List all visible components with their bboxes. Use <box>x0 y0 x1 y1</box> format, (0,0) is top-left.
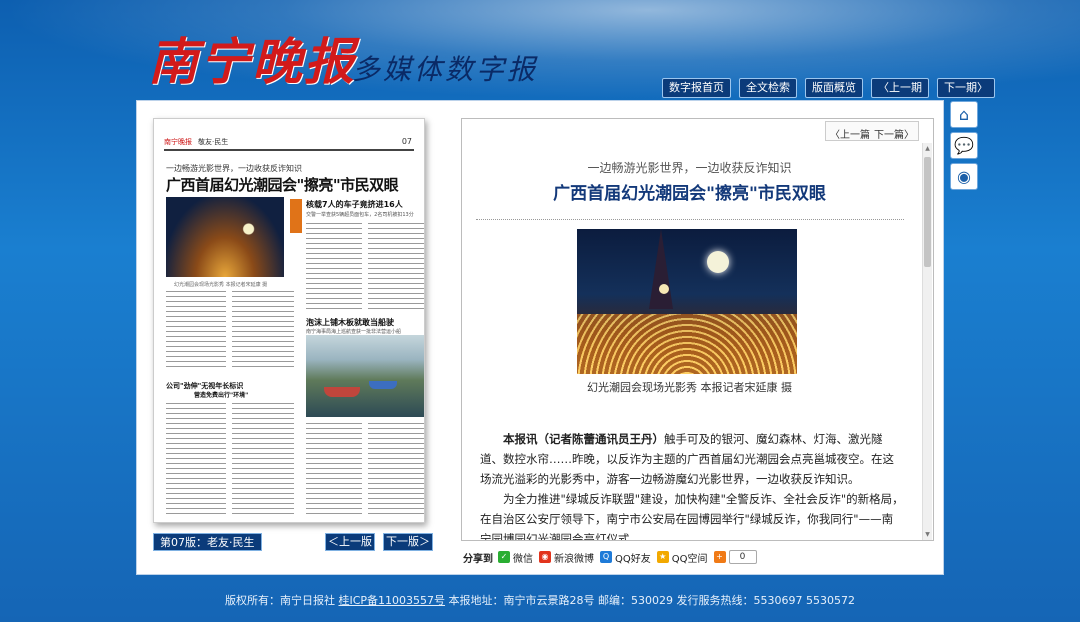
qq-icon[interactable]: Q <box>600 551 612 563</box>
top-nav: 数字报首页 全文检索 版面概览 〈上一期 下一期〉 <box>662 78 995 98</box>
scroll-up-icon[interactable]: ▲ <box>924 145 931 153</box>
article-photo[interactable] <box>577 229 797 374</box>
preview-boat <box>369 381 397 389</box>
nav-home-button[interactable]: 数字报首页 <box>662 78 731 98</box>
share-weibo[interactable]: 新浪微博 <box>554 550 594 565</box>
page-label[interactable]: 第07版：老友·民生 <box>153 533 262 551</box>
main-panel: 南宁晚报 敬友·民生 07 一边畅游光影世界，一边收获反诈知识 广西首届幻光潮园… <box>136 100 944 575</box>
preview-page-number: 07 <box>401 137 412 146</box>
preview-sub2-detail: 南宁海事局海上巡航查获一批非法营运小船 <box>306 329 402 335</box>
article-body: 本报讯（记者陈蕾通讯员王丹）触手可及的银河、魔幻森林、灯海、激光隧道、数控水帘…… <box>480 429 904 541</box>
scroll-down-icon[interactable]: ▼ <box>924 531 931 539</box>
preview-logo: 南宁晚报 <box>164 138 192 146</box>
site-header: 南宁晚报 多媒体数字报 数字报首页 全文检索 版面概览 〈上一期 下一期〉 <box>0 0 1080 100</box>
article-lead: 本报讯（记者陈蕾通讯员王丹） <box>503 432 664 446</box>
preview-kicker: 一边畅游光影世界，一边收获反诈知识 <box>166 164 302 173</box>
page-preview[interactable]: 南宁晚报 敬友·民生 07 一边畅游光影世界，一边收获反诈知识 广西首届幻光潮园… <box>153 118 425 523</box>
footer-icp-link[interactable]: 桂ICP备11003557号 <box>338 594 445 607</box>
footer-hotline: 发行服务热线：5530697 5530572 <box>676 594 856 607</box>
preview-photo-boats[interactable] <box>306 335 424 417</box>
weibo-share-icon[interactable]: ◉ <box>539 551 551 563</box>
prev-article-link[interactable]: 〈上一篇 <box>830 126 870 141</box>
preview-text-column <box>306 423 362 515</box>
preview-text-column <box>306 223 362 311</box>
more-share-icon[interactable]: + <box>713 551 726 563</box>
preview-text-column <box>166 291 226 371</box>
preview-sub3b: 营造免费出行"环境" <box>194 392 249 399</box>
share-wechat[interactable]: 微信 <box>513 550 533 565</box>
share-bar: 分享到 ✓ 微信 ◉ 新浪微博 Q QQ好友 ★ QQ空间 + 0 <box>463 549 757 565</box>
footer-postcode: 邮编：530029 <box>598 594 674 607</box>
article-nav: 〈上一篇 下一篇〉 <box>825 121 919 141</box>
preview-text-column <box>232 403 294 515</box>
article-paragraph: 本报讯（记者陈蕾通讯员王丹）触手可及的银河、魔幻森林、灯海、激光隧道、数控水帘…… <box>480 429 904 489</box>
site-logo[interactable]: 南宁晚报 <box>148 22 356 94</box>
photo-lights <box>577 314 797 374</box>
preview-photo-caption: 幻光潮园会现场光影秀 本报记者宋延康 摄 <box>174 282 268 288</box>
article-title: 广西首届幻光潮园会"擦亮"市民双眼 <box>553 184 826 204</box>
preview-sub1[interactable]: 核载7人的车子竟挤进16人 <box>306 199 403 210</box>
weibo-icon[interactable]: ◉ <box>950 163 978 190</box>
nav-next-issue-button[interactable]: 下一期〉 <box>937 78 995 98</box>
article-paragraph: 为全力推进"绿城反诈联盟"建设，加快构建"全警反诈、全社会反诈"的新格局，在自治… <box>480 492 904 541</box>
preview-sub2[interactable]: 泡沫上铺木板就敢当船驶 <box>306 317 394 328</box>
preview-section: 敬友·民生 <box>198 138 229 146</box>
article-divider <box>476 219 904 220</box>
comment-icon[interactable]: 💬 <box>950 132 978 159</box>
photo-tower <box>649 229 673 309</box>
article-pane: 〈上一篇 下一篇〉 一边畅游光影世界，一边收获反诈知识 广西首届幻光潮园会"擦亮… <box>461 118 934 541</box>
footer-address: 本报地址：南宁市云景路28号 <box>448 594 595 607</box>
photo-lantern <box>659 284 669 294</box>
next-article-link[interactable]: 下一篇〉 <box>874 126 914 141</box>
photo-lantern <box>707 251 729 273</box>
preview-boat <box>324 387 360 397</box>
preview-text-column <box>368 423 424 515</box>
page-controls: 第07版：老友·民生 ＜上一版 下一版＞ <box>153 533 433 553</box>
preview-photo-lights[interactable] <box>166 197 284 277</box>
preview-text-column <box>368 223 424 311</box>
share-count: 0 <box>728 550 757 564</box>
article-scrollbar[interactable]: ▲ ▼ <box>922 143 932 540</box>
scroll-thumb[interactable] <box>924 157 931 267</box>
next-page-button[interactable]: 下一版＞ <box>383 533 433 551</box>
preview-masthead: 南宁晚报 敬友·民生 07 <box>164 129 414 151</box>
prev-page-button[interactable]: ＜上一版 <box>325 533 375 551</box>
share-label: 分享到 <box>463 553 493 565</box>
preview-sub1-detail: 交警一举查获5辆超员面包车，2名司机被扣13分 <box>306 212 414 218</box>
article-photo-caption: 幻光潮园会现场光影秀 本报记者宋延康 摄 <box>587 381 792 394</box>
footer-copyright: 版权所有：南宁日报社 <box>224 594 335 607</box>
share-qzone[interactable]: QQ空间 <box>672 550 708 565</box>
site-subtitle: 多媒体数字报 <box>352 53 539 86</box>
qzone-icon[interactable]: ★ <box>656 551 669 563</box>
preview-text-column <box>232 291 294 371</box>
nav-search-button[interactable]: 全文检索 <box>739 78 797 98</box>
nav-prev-issue-button[interactable]: 〈上一期 <box>871 78 929 98</box>
share-qq[interactable]: QQ好友 <box>615 550 651 565</box>
preview-tag <box>290 199 302 233</box>
site-footer: 版权所有：南宁日报社 桂ICP备11003557号 本报地址：南宁市云景路28号… <box>0 592 1080 608</box>
wechat-icon[interactable]: ✓ <box>498 551 510 563</box>
preview-headline[interactable]: 广西首届幻光潮园会"擦亮"市民双眼 <box>166 174 399 195</box>
preview-text-column <box>166 403 226 515</box>
article-kicker: 一边畅游光影世界，一边收获反诈知识 <box>587 161 792 175</box>
nav-overview-button[interactable]: 版面概览 <box>805 78 863 98</box>
home-icon[interactable]: ⌂ <box>950 101 978 128</box>
